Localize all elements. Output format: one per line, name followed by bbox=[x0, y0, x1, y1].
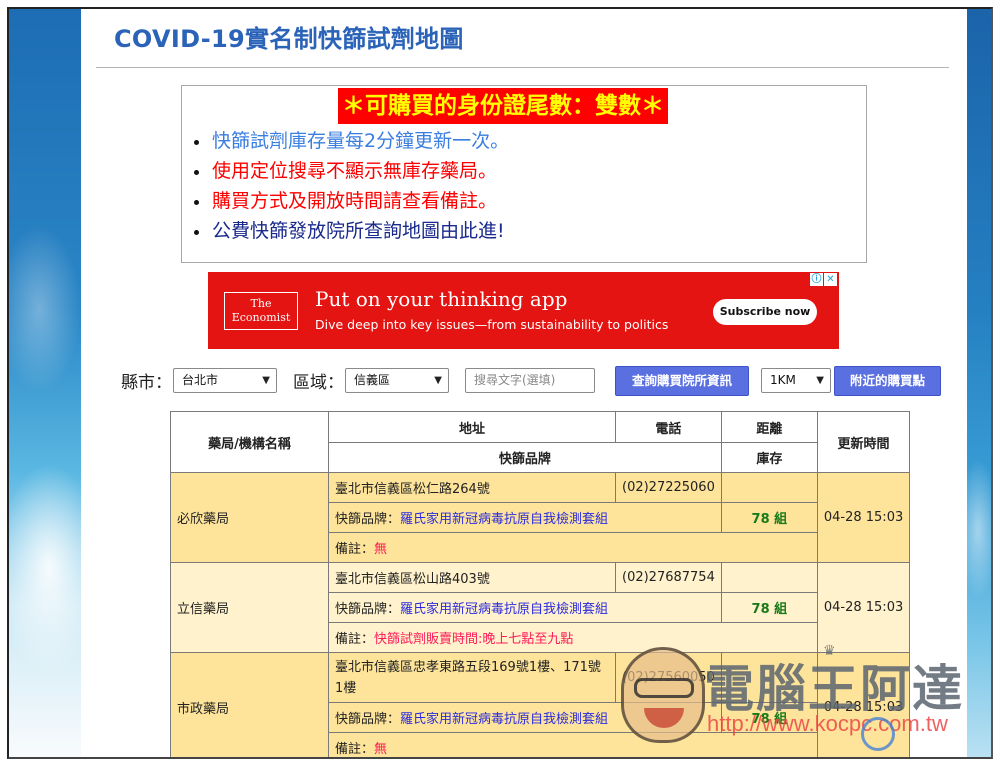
background-sky-left bbox=[9, 9, 81, 757]
brand-label: 快篩品牌： bbox=[335, 512, 401, 527]
brand-cell: 快篩品牌：羅氏家用新冠病毒抗原自我檢測套組 bbox=[328, 702, 722, 733]
ad-close-icon[interactable]: ✕ bbox=[824, 273, 837, 286]
note-label: 備註： bbox=[335, 632, 375, 647]
table-row[interactable]: 市政藥局 臺北市信義區忠孝東路五段169號1樓、171號1樓 (02)27560… bbox=[170, 652, 911, 757]
header-brand: 快篩品牌 bbox=[328, 442, 722, 473]
note-cell: 備註：無 bbox=[328, 532, 818, 563]
district-select-value: 信義區 bbox=[354, 373, 391, 387]
header-distance: 距離 bbox=[720, 411, 818, 443]
notice-list: 快篩試劑庫存量每2分鐘更新一次。 使用定位搜尋不顯示無庫存藥局。 購買方式及開放… bbox=[194, 126, 509, 246]
notice-item-location: 使用定位搜尋不顯示無庫存藥局。 bbox=[194, 156, 509, 186]
logo-line-1: The bbox=[250, 297, 272, 310]
district-label: 區域： bbox=[293, 373, 344, 393]
county-label: 縣市： bbox=[121, 373, 172, 393]
title-divider bbox=[96, 67, 949, 68]
pharmacy-table: 藥局/機構名稱 地址 電話 距離 更新時間 快篩品牌 庫存 必欣藥局 臺北市信義… bbox=[170, 411, 911, 757]
screenshot-frame: COVID-19實名制快篩試劑地圖 ＊可購買的身份證尾數：雙數＊ 快篩試劑庫存量… bbox=[7, 7, 993, 759]
note-label: 備註： bbox=[335, 742, 375, 757]
stock-count: 78 組 bbox=[720, 592, 818, 623]
ad-headline: Put on your thinking app bbox=[315, 287, 568, 311]
pharmacy-distance bbox=[720, 562, 818, 593]
chevron-down-icon: ▼ bbox=[434, 375, 442, 386]
header-name: 藥局/機構名稱 bbox=[170, 411, 329, 473]
pharmacy-phone: (02)27225060 bbox=[615, 472, 722, 503]
note-cell: 備註：無 bbox=[328, 732, 818, 757]
brand-cell: 快篩品牌：羅氏家用新冠病毒抗原自我檢測套組 bbox=[328, 502, 722, 533]
id-parity-banner: ＊可購買的身份證尾數：雙數＊ bbox=[338, 88, 668, 124]
distance-select-value: 1KM bbox=[770, 373, 796, 387]
stock-count: 78 組 bbox=[720, 502, 818, 533]
header-phone: 電話 bbox=[615, 411, 722, 443]
page-title: COVID-19實名制快篩試劑地圖 bbox=[114, 25, 464, 53]
notice-item-public-map-link[interactable]: 公費快篩發放院所查詢地圖由此進! bbox=[194, 216, 509, 246]
query-button[interactable]: 查詢購買院所資訊 bbox=[615, 366, 749, 396]
pharmacy-address: 臺北市信義區忠孝東路五段169號1樓、171號1樓 bbox=[328, 652, 616, 703]
brand-label: 快篩品牌： bbox=[335, 712, 401, 727]
ad-subline: Dive deep into key issues—from sustainab… bbox=[315, 317, 669, 332]
header-updated: 更新時間 bbox=[816, 411, 911, 473]
updated-time: 04-28 15:03 bbox=[816, 472, 911, 563]
note-value: 快篩試劑販賣時間:晚上七點至九點 bbox=[374, 632, 574, 647]
keyword-input[interactable]: 搜尋文字(選填) bbox=[465, 368, 595, 393]
table-row[interactable]: 立信藥局 臺北市信義區松山路403號 (02)27687754 04-28 15… bbox=[170, 562, 911, 653]
pharmacy-distance bbox=[720, 472, 818, 503]
logo-line-2: Economist bbox=[231, 311, 291, 324]
pharmacy-name: 立信藥局 bbox=[170, 562, 329, 653]
pharmacy-name: 市政藥局 bbox=[170, 652, 329, 757]
updated-time: 04-28 15:03 bbox=[816, 562, 911, 653]
notice-item-remarks: 購買方式及開放時間請查看備註。 bbox=[194, 186, 509, 216]
header-address: 地址 bbox=[328, 411, 616, 443]
notice-item-update: 快篩試劑庫存量每2分鐘更新一次。 bbox=[194, 126, 509, 156]
note-cell: 備註：快篩試劑販賣時間:晚上七點至九點 bbox=[328, 622, 818, 653]
ad-controls: ⓘ ✕ bbox=[810, 273, 837, 286]
brand-value: 羅氏家用新冠病毒抗原自我檢測套組 bbox=[400, 712, 609, 727]
note-label: 備註： bbox=[335, 542, 375, 557]
note-value: 無 bbox=[374, 542, 388, 557]
brand-value: 羅氏家用新冠病毒抗原自我檢測套組 bbox=[400, 512, 609, 527]
page-content: COVID-19實名制快篩試劑地圖 ＊可購買的身份證尾數：雙數＊ 快篩試劑庫存量… bbox=[81, 9, 967, 757]
economist-logo: The Economist bbox=[224, 292, 298, 330]
table-row[interactable]: 必欣藥局 臺北市信義區松仁路264號 (02)27225060 04-28 15… bbox=[170, 472, 911, 563]
pharmacy-phone: (02)27687754 bbox=[615, 562, 722, 593]
nearby-button[interactable]: 附近的購買點 bbox=[834, 366, 941, 396]
chevron-down-icon: ▼ bbox=[262, 375, 270, 386]
brand-cell: 快篩品牌：羅氏家用新冠病毒抗原自我檢測套組 bbox=[328, 592, 722, 623]
header-stock: 庫存 bbox=[720, 442, 818, 473]
chevron-down-icon: ▼ bbox=[816, 375, 824, 386]
county-select[interactable]: 台北市 ▼ bbox=[173, 368, 277, 393]
pharmacy-distance bbox=[720, 652, 818, 703]
stock-count: 78 組 bbox=[720, 702, 818, 733]
brand-value: 羅氏家用新冠病毒抗原自我檢測套組 bbox=[400, 602, 609, 617]
advertisement-banner[interactable]: The Economist Put on your thinking app D… bbox=[208, 272, 839, 349]
distance-select[interactable]: 1KM ▼ bbox=[761, 368, 831, 393]
subscribe-button[interactable]: Subscribe now bbox=[713, 299, 817, 325]
county-select-value: 台北市 bbox=[182, 373, 219, 387]
background-sky-right bbox=[963, 9, 991, 757]
pharmacy-name: 必欣藥局 bbox=[170, 472, 329, 563]
district-select[interactable]: 信義區 ▼ bbox=[345, 368, 449, 393]
notice-box: ＊可購買的身份證尾數：雙數＊ 快篩試劑庫存量每2分鐘更新一次。 使用定位搜尋不顯… bbox=[181, 85, 867, 263]
ad-info-icon[interactable]: ⓘ bbox=[810, 273, 823, 286]
search-bar: 縣市： 台北市 ▼ 區域： 信義區 ▼ 搜尋文字(選填) 查詢購買院所資訊 1K… bbox=[113, 366, 953, 396]
pharmacy-address: 臺北市信義區松山路403號 bbox=[328, 562, 616, 593]
pharmacy-phone: (02)27560050 bbox=[615, 652, 722, 703]
note-value: 無 bbox=[374, 742, 388, 757]
pharmacy-address: 臺北市信義區松仁路264號 bbox=[328, 472, 616, 503]
brand-label: 快篩品牌： bbox=[335, 602, 401, 617]
updated-time: 04-28 15:03 bbox=[816, 652, 911, 757]
